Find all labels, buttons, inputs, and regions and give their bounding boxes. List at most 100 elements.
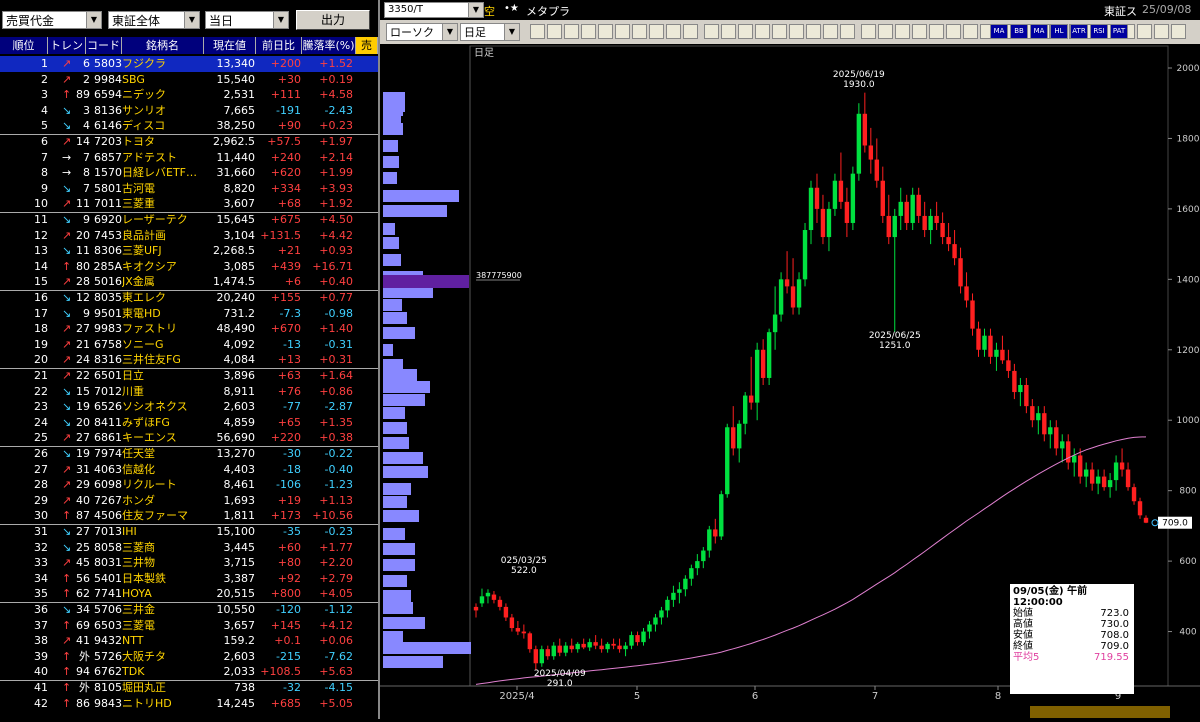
toolbar-button[interactable]	[1171, 24, 1186, 39]
indicator-button[interactable]: BB	[1010, 24, 1028, 39]
header-trend[interactable]: トレンド	[48, 37, 86, 69]
toolbar-button[interactable]	[721, 24, 736, 39]
table-row[interactable]: 41 ↑ 外 8105 堀田丸正 738 -32 -4.15	[0, 680, 378, 696]
table-row[interactable]: 33 ↗ 45 8031 三井物 3,715 +80 +2.20	[0, 555, 378, 571]
table-row[interactable]: 19 ↗ 21 6758 ソニーG 4,092 -13 -0.31	[0, 337, 378, 353]
table-row[interactable]: 23 ↘ 19 6526 ソシオネクス 2,603 -77 -2.87	[0, 399, 378, 415]
table-row[interactable]: 24 ↘ 20 8411 みずほFG 4,859 +65 +1.35	[0, 415, 378, 431]
table-row[interactable]: 30 ↑ 87 4506 住友ファーマ 1,811 +173 +10.56	[0, 508, 378, 524]
toolbar-button[interactable]	[912, 24, 927, 39]
toolbar-button[interactable]	[632, 24, 647, 39]
table-row[interactable]: 14 ↑ 80 285A キオクシア 3,085 +439 +16.71	[0, 259, 378, 275]
table-row[interactable]: 10 ↗ 11 7011 三菱重 3,607 +68 +1.92	[0, 196, 378, 212]
toolbar-button[interactable]	[649, 24, 664, 39]
table-row[interactable]: 42 ↑ 86 9843 ニトリHD 14,245 +685 +5.05	[0, 696, 378, 712]
toolbar-button[interactable]	[806, 24, 821, 39]
scrollbar-preview[interactable]	[1030, 706, 1170, 718]
table-row[interactable]: 15 ↗ 28 5016 JX金属 1,474.5 +6 +0.40	[0, 274, 378, 290]
table-row[interactable]: 17 ↘ 9 9501 東電HD 731.2 -7.3 -0.98	[0, 306, 378, 322]
toolbar-button[interactable]	[878, 24, 893, 39]
table-row[interactable]: 28 ↗ 29 6098 リクルート 8,461 -106 -1.23	[0, 477, 378, 493]
indicator-button[interactable]: HL	[1050, 24, 1068, 39]
header-price[interactable]: 現在値	[204, 37, 256, 54]
header-name[interactable]: 銘柄名	[122, 37, 204, 54]
table-row[interactable]: 25 ↗ 27 6861 キーエンス 56,690 +220 +0.38	[0, 430, 378, 446]
market-select[interactable]: 東証全体 ▼	[108, 11, 200, 29]
table-row[interactable]: 18 ↗ 27 9983 ファストリ 48,490 +670 +1.40	[0, 321, 378, 337]
indicator-button[interactable]: MA	[990, 24, 1008, 39]
toolbar-button[interactable]	[564, 24, 579, 39]
indicator-button[interactable]: RSI	[1090, 24, 1108, 39]
table-row[interactable]: 38 ↗ 41 9432 NTT 159.2 +0.1 +0.06	[0, 633, 378, 649]
code-cell: 5706	[94, 603, 122, 616]
toolbar-button[interactable]	[581, 24, 596, 39]
table-row[interactable]: 4 ↘ 3 8136 サンリオ 7,665 -191 -2.43	[0, 103, 378, 119]
table-row[interactable]: 21 ↗ 22 6501 日立 3,896 +63 +1.64	[0, 368, 378, 384]
table-row[interactable]: 27 ↗ 31 4063 信越化 4,403 -18 -0.40	[0, 462, 378, 478]
table-row[interactable]: 20 ↗ 24 8316 三井住友FG 4,084 +13 +0.31	[0, 352, 378, 368]
table-row[interactable]: 9 ↘ 7 5801 古河電 8,820 +334 +3.93	[0, 181, 378, 197]
toolbar-button[interactable]	[755, 24, 770, 39]
toolbar-button[interactable]	[1137, 24, 1152, 39]
toolbar-button[interactable]	[946, 24, 961, 39]
table-row[interactable]: 31 ↘ 27 7013 IHI 15,100 -35 -0.23	[0, 524, 378, 540]
toolbar-button[interactable]	[840, 24, 855, 39]
table-row[interactable]: 26 ↘ 19 7974 任天堂 13,270 -30 -0.22	[0, 446, 378, 462]
chart-period-select[interactable]: 日足 ▼	[460, 23, 520, 41]
toolbar-button[interactable]	[666, 24, 681, 39]
table-row[interactable]: 8 → 8 1570 日経レバETF… 31,660 +620 +1.99	[0, 165, 378, 181]
table-row[interactable]: 16 ↘ 12 8035 東エレク 20,240 +155 +0.77	[0, 290, 378, 306]
header-pct[interactable]: 騰落率(%)	[302, 37, 356, 54]
table-row[interactable]: 13 ↘ 11 8306 三菱UFJ 2,268.5 +21 +0.93	[0, 243, 378, 259]
header-rank[interactable]: 順位	[0, 37, 48, 54]
table-row[interactable]: 40 ↑ 94 6762 TDK 2,033 +108.5 +5.63	[0, 664, 378, 680]
toolbar-button[interactable]	[963, 24, 978, 39]
toolbar-button[interactable]	[895, 24, 910, 39]
header-volume[interactable]: 売買	[356, 37, 378, 69]
table-row[interactable]: 1 ↗ 6 5803 フジクラ 13,340 +200 +1.52	[0, 56, 378, 72]
toolbar-button[interactable]	[929, 24, 944, 39]
header-code[interactable]: コード	[86, 37, 122, 54]
toolbar-button[interactable]	[615, 24, 630, 39]
toolbar-button[interactable]	[772, 24, 787, 39]
toolbar-button[interactable]	[823, 24, 838, 39]
toolbar-button[interactable]	[1154, 24, 1169, 39]
table-row[interactable]: 2 ↗ 2 9984 SBG 15,540 +30 +0.19	[0, 72, 378, 88]
table-row[interactable]: 22 ↘ 15 7012 川重 8,911 +76 +0.86	[0, 384, 378, 400]
period-select[interactable]: 当日 ▼	[205, 11, 289, 29]
toolbar-button[interactable]	[789, 24, 804, 39]
output-button[interactable]: 出力	[296, 10, 370, 30]
table-row[interactable]: 37 ↑ 69 6503 三菱電 3,657 +145 +4.12	[0, 618, 378, 634]
table-row[interactable]: 36 ↘ 34 5706 三井金 10,550 -120 -1.12	[0, 602, 378, 618]
table-row[interactable]: 32 ↘ 25 8058 三菱商 3,445 +60 +1.77	[0, 540, 378, 556]
rank-cell: 29	[34, 493, 48, 507]
indicator-button[interactable]: MA	[1030, 24, 1048, 39]
toolbar-button[interactable]	[683, 24, 698, 39]
table-row[interactable]: 6 ↗ 14 7203 トヨタ 2,962.5 +57.5 +1.97	[0, 134, 378, 150]
toolbar-button[interactable]	[530, 24, 545, 39]
rank-cell: 7	[41, 150, 48, 164]
sort-select[interactable]: 売買代金 ▼	[2, 11, 102, 29]
toolbar-button[interactable]	[598, 24, 613, 39]
toolbar-button[interactable]	[861, 24, 876, 39]
table-row[interactable]: 12 ↗ 20 7453 良品計画 3,104 +131.5 +4.42	[0, 228, 378, 244]
table-row[interactable]: 39 ↑ 外 5726 大阪チタ 2,603 -215 -7.62	[0, 649, 378, 665]
chart-toolbar: 3350/T ▼ 空 •★ メタプラ 東証ス 25/09/08 ローソク ▼ 日…	[380, 0, 1200, 44]
toolbar-button[interactable]	[704, 24, 719, 39]
table-row[interactable]: 5 ↘ 4 6146 ディスコ 38,250 +90 +0.23	[0, 118, 378, 134]
indicator-button[interactable]: ATR	[1070, 24, 1088, 39]
toolbar-button[interactable]	[738, 24, 753, 39]
table-row[interactable]: 34 ↑ 56 5401 日本製鉄 3,387 +92 +2.79	[0, 571, 378, 587]
pct-cell: -1.23	[324, 478, 353, 492]
toolbar-button[interactable]	[547, 24, 562, 39]
symbol-input[interactable]: 3350/T ▼	[384, 2, 484, 18]
table-row[interactable]: 11 ↘ 9 6920 レーザーテク 15,645 +675 +4.50	[0, 212, 378, 228]
indicator-button[interactable]: PAT	[1110, 24, 1128, 39]
table-row[interactable]: 3 ↑ 89 6594 ニデック 2,531 +111 +4.58	[0, 87, 378, 103]
header-change[interactable]: 前日比	[256, 37, 302, 54]
chart-type-select[interactable]: ローソク ▼	[386, 23, 458, 41]
candle-body	[760, 349, 766, 378]
table-row[interactable]: 35 ↑ 62 7741 HOYA 20,515 +800 +4.05	[0, 586, 378, 602]
table-row[interactable]: 29 ↗ 40 7267 ホンダ 1,693 +19 +1.13	[0, 493, 378, 509]
table-row[interactable]: 7 → 7 6857 アドテスト 11,440 +240 +2.14	[0, 150, 378, 166]
